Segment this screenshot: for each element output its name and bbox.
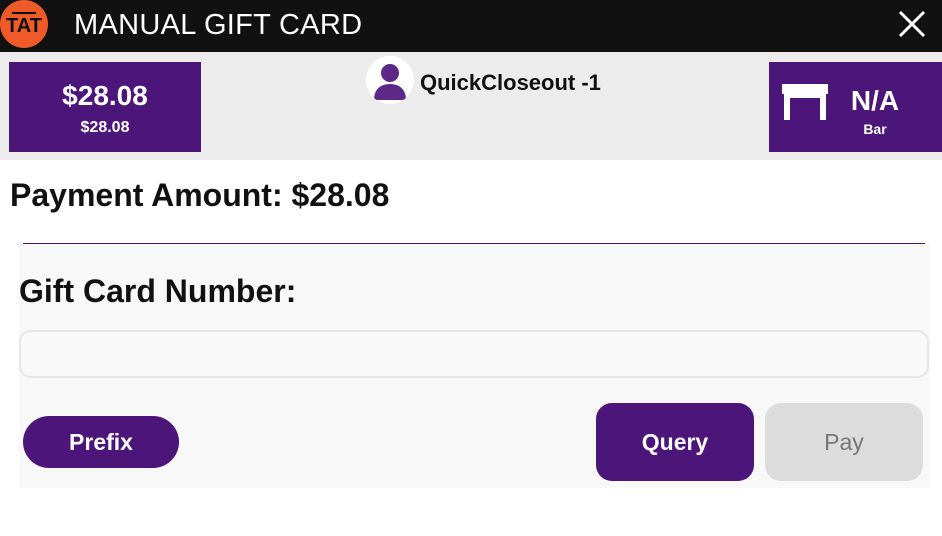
close-button[interactable]	[896, 8, 928, 40]
user-icon	[374, 64, 406, 100]
table-info-box[interactable]: N/A Bar	[769, 62, 942, 152]
close-icon	[898, 10, 926, 38]
gift-card-label: Gift Card Number:	[19, 273, 297, 309]
check-total: $28.08	[62, 80, 148, 111]
check-info-bar: $28.08 $28.08 QuickCloseout -1 N/A Bar	[0, 52, 942, 160]
gift-card-number-input[interactable]	[19, 330, 929, 378]
table-area: Bar	[863, 121, 887, 137]
server-name: QuickCloseout -1	[420, 70, 601, 95]
title-bar: TAT MANUAL GIFT CARD	[0, 0, 942, 52]
table-icon	[782, 84, 828, 120]
logo-text: TAT	[6, 15, 42, 37]
payment-amount: Payment Amount: $28.08	[10, 177, 390, 213]
check-amount-box[interactable]: $28.08 $28.08	[9, 62, 201, 152]
gift-card-panel: Gift Card Number: Prefix Query Pay	[19, 244, 930, 488]
prefix-button[interactable]: Prefix	[23, 416, 179, 468]
table-number: N/A	[850, 85, 900, 116]
app-logo: TAT	[0, 0, 48, 48]
server-avatar	[366, 56, 414, 104]
query-button[interactable]: Query	[596, 403, 754, 481]
check-subtotal: $28.08	[80, 119, 130, 136]
pay-button[interactable]: Pay	[765, 403, 923, 481]
page-title: MANUAL GIFT CARD	[74, 9, 363, 41]
